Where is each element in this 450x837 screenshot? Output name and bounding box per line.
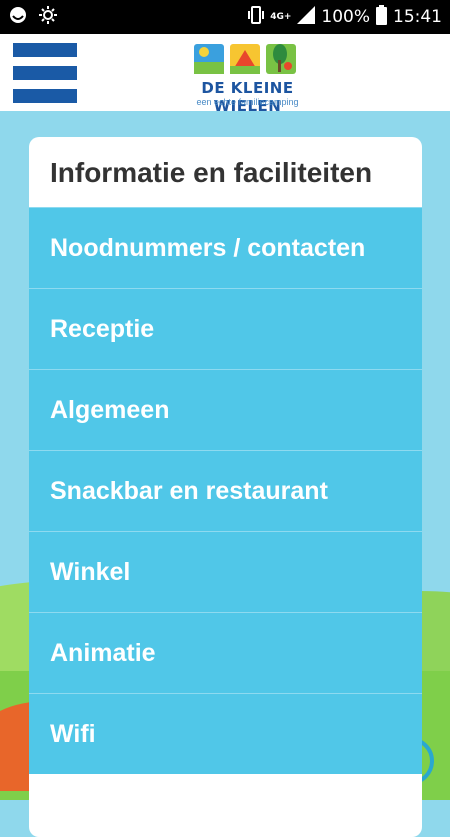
vibrate-icon (248, 5, 265, 29)
battery-icon (376, 4, 387, 30)
menu-item-wifi[interactable]: Wifi (29, 693, 422, 774)
app-header: DE KLEINE WIELEN een echte familiecampin… (0, 34, 450, 115)
menu-item-noodnummers[interactable]: Noodnummers / contacten (29, 207, 422, 288)
brightness-icon (38, 5, 58, 29)
network-type-label: 4G+ (270, 11, 292, 22)
battery-percent: 100% (321, 7, 370, 27)
hamburger-menu-icon[interactable] (13, 43, 77, 103)
logo-subtitle: een echte familiecamping (196, 97, 299, 107)
page-title: Informatie en faciliteiten (50, 157, 373, 188)
app-logo[interactable]: DE KLEINE WIELEN een echte familiecampin… (180, 38, 315, 115)
menu-item-winkel[interactable]: Winkel (29, 531, 422, 612)
menu-item-algemeen[interactable]: Algemeen (29, 369, 422, 450)
logo-emblem-icon (194, 44, 296, 74)
info-facilities-card: Informatie en faciliteiten Noodnummers /… (29, 137, 422, 837)
menu-item-receptie[interactable]: Receptie (29, 288, 422, 369)
menu-item-animatie[interactable]: Animatie (29, 612, 422, 693)
notification-icon (8, 5, 28, 29)
clock: 15:41 (393, 7, 442, 27)
signal-icon (297, 5, 316, 29)
status-bar: 4G+ 100% 15:41 (0, 0, 450, 34)
menu-item-snackbar[interactable]: Snackbar en restaurant (29, 450, 422, 531)
